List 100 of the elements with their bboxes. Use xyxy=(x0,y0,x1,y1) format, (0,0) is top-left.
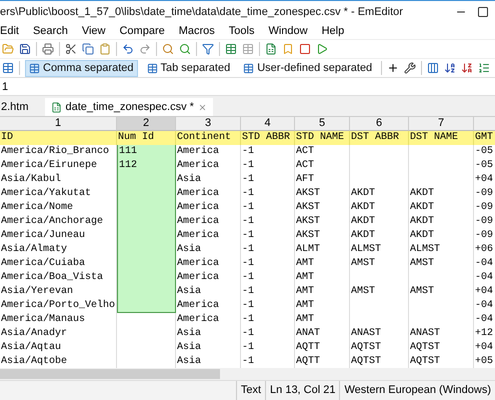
table-cell: 112 xyxy=(117,159,176,173)
table-cell: -1 xyxy=(241,313,295,327)
spreadsheet-icon[interactable] xyxy=(265,43,277,55)
search-icon[interactable] xyxy=(162,43,174,55)
table-cell: +04: xyxy=(474,341,495,355)
table-cell: Asia/Aqtau xyxy=(0,341,117,355)
table-cell: 111 xyxy=(117,145,176,159)
table-cell: Asia xyxy=(176,341,241,355)
table-cell: -1 xyxy=(241,173,295,187)
table-icon[interactable] xyxy=(2,62,14,74)
column-number[interactable]: 2 xyxy=(117,117,176,131)
menu-item[interactable]: Window xyxy=(268,24,308,36)
table-cell: -1 xyxy=(241,243,295,257)
record-icon[interactable] xyxy=(299,43,311,55)
column-number[interactable]: 4 xyxy=(241,117,295,131)
table-cell: AMST xyxy=(409,285,474,299)
table-cell: America xyxy=(176,229,241,243)
table-cell: -1 xyxy=(241,187,295,201)
file-tab[interactable]: date_time_zonespec.csv * xyxy=(44,98,213,116)
save-icon[interactable] xyxy=(19,43,31,55)
table-cell: AKDT xyxy=(350,215,409,229)
table-cell: AKST xyxy=(295,201,350,215)
table-cell: -09: xyxy=(474,229,495,243)
table-cell: -1 xyxy=(241,299,295,313)
menu-item[interactable]: Tools xyxy=(228,24,254,36)
table-cell: America xyxy=(176,187,241,201)
table-cell: AKDT xyxy=(409,215,474,229)
table-cell: AMT xyxy=(295,271,350,285)
menu-item[interactable]: Help xyxy=(322,24,344,36)
csv-mode-button[interactable]: Comma separated xyxy=(25,60,138,76)
table-cell: -1 xyxy=(241,159,295,173)
columns-icon[interactable] xyxy=(427,62,440,74)
table-icon[interactable] xyxy=(225,43,237,55)
column-number[interactable]: 7 xyxy=(409,117,474,131)
table-cell: AMT xyxy=(295,257,350,271)
list-icon[interactable] xyxy=(478,62,490,74)
maximize-icon[interactable] xyxy=(477,6,489,18)
sort-descending-icon[interactable] xyxy=(461,62,474,74)
table-cell: AKDT xyxy=(350,201,409,215)
csv-mode-button[interactable]: Tab separated xyxy=(142,60,234,76)
menu-item[interactable]: Macros xyxy=(178,24,215,36)
file-tab[interactable]: 2.htm xyxy=(0,98,35,116)
cut-icon[interactable] xyxy=(65,43,77,55)
table-cell: -09: xyxy=(474,187,495,201)
table-cell: +06: xyxy=(474,243,495,257)
table-cell: AQTST xyxy=(350,341,409,355)
table-cell: ACT xyxy=(295,145,350,159)
sort-ascending-icon[interactable] xyxy=(444,62,456,74)
table-cell: -1 xyxy=(241,257,295,271)
table-cell: ANAST xyxy=(409,327,474,341)
csv-mode-button[interactable]: User-defined separated xyxy=(239,60,376,76)
table-cell: -04: xyxy=(474,257,495,271)
table-cell: -04: xyxy=(474,271,495,285)
redo-icon[interactable] xyxy=(139,43,151,55)
print-icon[interactable] xyxy=(42,43,54,55)
column-number[interactable]: 1 xyxy=(0,117,117,131)
play-icon[interactable] xyxy=(316,43,328,55)
table-cell: AQTST xyxy=(409,341,474,355)
close-icon xyxy=(198,102,207,112)
menu-item[interactable]: Compare xyxy=(119,24,165,36)
spreadsheet-icon xyxy=(50,102,62,112)
menu-item[interactable]: Edit xyxy=(0,24,19,36)
table-cell: America xyxy=(176,299,241,313)
table-icon[interactable] xyxy=(242,43,254,55)
plus-icon[interactable] xyxy=(387,62,400,74)
table-cell: ANAST xyxy=(350,327,409,341)
table-cell: -1 xyxy=(241,201,295,215)
tools-icon[interactable] xyxy=(404,62,416,74)
status-text: Text xyxy=(236,381,266,400)
filter-icon[interactable] xyxy=(202,43,214,55)
column-number[interactable]: 3 xyxy=(176,117,241,131)
paste-icon[interactable] xyxy=(99,43,111,55)
table-cell: AFT xyxy=(295,173,350,187)
table-cell: AKDT xyxy=(350,229,409,243)
menu-item[interactable]: Search xyxy=(32,24,68,36)
copy-icon[interactable] xyxy=(82,43,94,55)
open-folder-icon[interactable] xyxy=(2,43,14,55)
column-number[interactable]: 6 xyxy=(350,117,409,131)
undo-icon[interactable] xyxy=(122,43,134,55)
header-cell: ID xyxy=(0,131,117,145)
table-cell: AMT xyxy=(295,285,350,299)
table-cell: Asia xyxy=(176,243,241,257)
table-cell: -04: xyxy=(474,299,495,313)
menu-item[interactable]: View xyxy=(82,24,106,36)
table-cell: America xyxy=(176,313,241,327)
table-cell: -1 xyxy=(241,271,295,285)
header-cell: Continent xyxy=(176,131,241,145)
table-cell: -05: xyxy=(474,145,495,159)
column-number[interactable]: 5 xyxy=(295,117,350,131)
table-cell: -1 xyxy=(241,215,295,229)
table-cell: AKST xyxy=(295,187,350,201)
table-cell: -04: xyxy=(474,313,495,327)
bookmark-icon[interactable] xyxy=(282,43,294,55)
table-cell: America xyxy=(176,271,241,285)
table-cell: America xyxy=(176,145,241,159)
search-icon[interactable] xyxy=(179,43,191,55)
scrollbar-thumb[interactable] xyxy=(0,369,220,379)
header-cell: GMT xyxy=(474,131,495,145)
table-cell: AKST xyxy=(295,215,350,229)
table-cell: -09: xyxy=(474,201,495,215)
